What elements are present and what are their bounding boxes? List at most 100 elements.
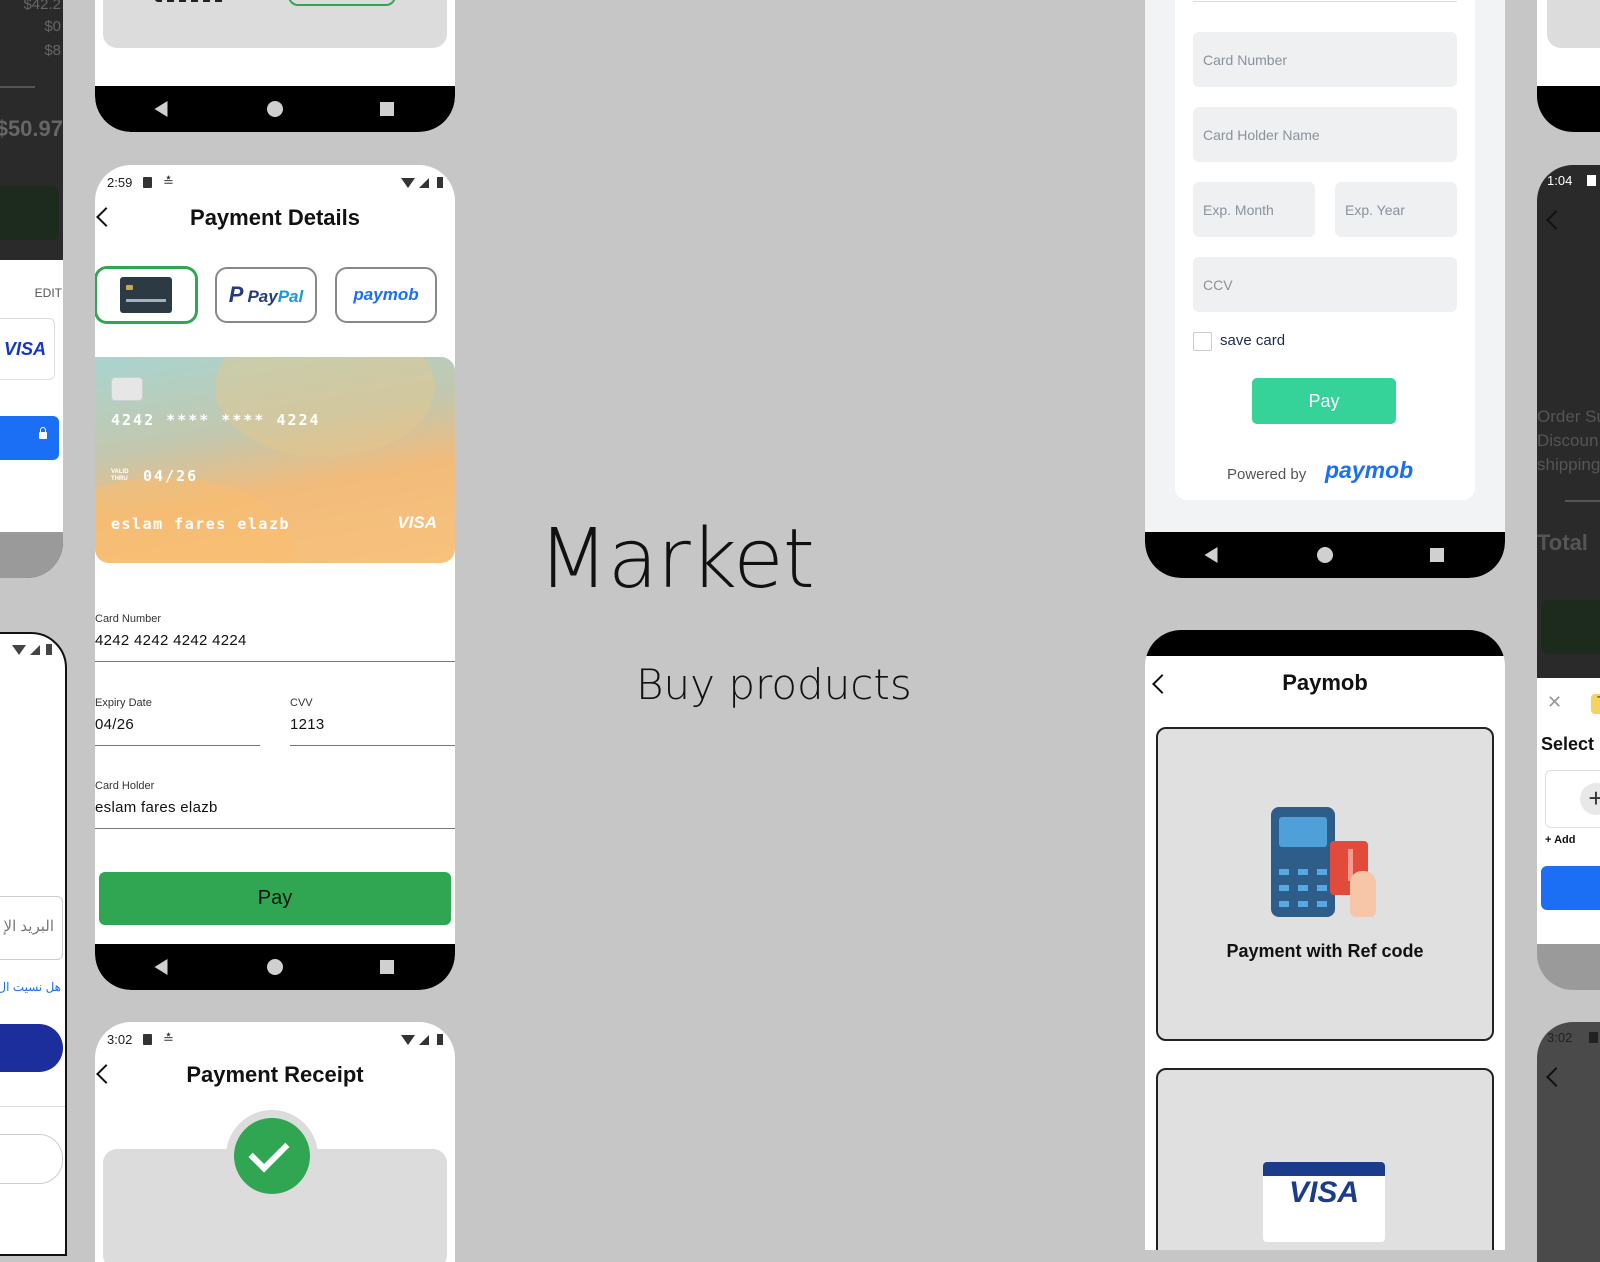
exp-year-input[interactable]: Exp. Year	[1335, 182, 1457, 237]
status-bar: 3:02 ≛	[107, 1031, 443, 1048]
back-icon[interactable]	[1546, 1067, 1566, 1087]
card-holder-underline	[95, 828, 455, 829]
total-label: Total	[1537, 530, 1588, 555]
add-label[interactable]: + Add	[1545, 834, 1575, 846]
card-number-lines	[126, 299, 166, 302]
ref-code-label: Payment with Ref code	[1226, 941, 1424, 961]
nav-home-icon[interactable]	[267, 101, 283, 117]
checkmark	[248, 1131, 290, 1173]
wifi-icon	[401, 178, 415, 188]
right-cart-phone: 1:04 Order Su Discoun shipping Total ✕ T…	[1537, 165, 1600, 990]
plus-icon: +	[1580, 783, 1600, 815]
nav-bar	[1537, 86, 1600, 132]
nav-back-icon[interactable]	[154, 959, 168, 975]
paymob-options-phone: Paymob Payment with Ref code VISA	[1145, 630, 1505, 1250]
checkout-button[interactable]	[1541, 600, 1600, 654]
paypal-label-pal: Pal	[277, 287, 304, 306]
secure-pay-button[interactable]	[0, 416, 59, 460]
top-phone-partial	[95, 0, 455, 132]
status-bar: 2:59 ≛	[107, 174, 443, 191]
back-icon[interactable]	[1546, 210, 1566, 230]
pay-button[interactable]: Pay	[99, 872, 451, 925]
signal-icon	[30, 645, 40, 655]
paypal-label-pay: Pay	[247, 287, 278, 306]
page-title: Payment Receipt	[186, 1062, 364, 1087]
card-holder-field[interactable]: eslam fares elazb	[95, 799, 218, 816]
nav-bar	[1537, 944, 1600, 990]
secondary-button[interactable]	[0, 1134, 63, 1184]
forgot-password-link[interactable]: هل نسيت ال	[0, 980, 61, 994]
nav-recents-icon[interactable]	[1430, 548, 1444, 562]
email-input[interactable]: البريد الإ	[0, 896, 63, 960]
cart-total: $50.97	[0, 116, 63, 141]
pos-terminal-icon	[1271, 807, 1335, 917]
ccv-placeholder: CCV	[1203, 276, 1233, 293]
cvv-label: CVV	[290, 697, 313, 709]
expiry-label: Expiry Date	[95, 697, 152, 709]
card-preview: 4242 **** **** 4224 VALID THRU 04/26 esla…	[95, 357, 455, 563]
payment-sheet: EDIT VISA	[0, 260, 63, 532]
login-button[interactable]	[0, 1024, 63, 1072]
divider	[0, 1106, 65, 1107]
powered-by-label: Powered by	[1227, 466, 1307, 483]
top-card	[1547, 0, 1600, 48]
nav-home-icon[interactable]	[1317, 547, 1333, 563]
expiry-field[interactable]: 04/26	[95, 716, 134, 733]
outline-button[interactable]	[288, 0, 396, 6]
nav-recents-icon[interactable]	[380, 960, 394, 974]
sd-card-icon	[1589, 1032, 1598, 1043]
right-top-partial	[1537, 0, 1600, 132]
paymob-method-tile[interactable]: paymob	[335, 267, 437, 323]
save-card-checkbox[interactable]	[1193, 332, 1212, 351]
close-icon[interactable]: ✕	[1547, 692, 1562, 713]
wifi-icon	[12, 645, 26, 655]
paypal-logo: P PayPal	[229, 282, 303, 308]
price-line: $42.2	[23, 0, 61, 13]
left-login-phone: البريد الإ هل نسيت ال	[0, 632, 67, 1256]
hand-icon	[1350, 871, 1376, 917]
left-cart-phone: $42.2 $0 $8 $50.97 EDIT VISA	[0, 0, 63, 578]
cvv-field[interactable]: 1213	[290, 716, 325, 733]
card-number-placeholder: Card Number	[1203, 51, 1288, 68]
card-number-input[interactable]: Card Number	[1193, 32, 1457, 87]
visa-card-tile[interactable]: VISA	[0, 318, 55, 380]
valid-label-top: VALID	[111, 469, 129, 475]
cvv-underline	[290, 745, 455, 746]
edit-link[interactable]: EDIT	[35, 286, 62, 300]
nav-back-icon[interactable]	[1204, 547, 1218, 563]
visa-logo: VISA	[3, 339, 46, 359]
ccv-input[interactable]: CCV	[1193, 257, 1457, 312]
email-placeholder: البريد الإ	[3, 918, 54, 935]
nav-home-icon[interactable]	[267, 959, 283, 975]
nav-bar	[95, 86, 455, 132]
nav-bar	[95, 944, 455, 990]
card-holder-input[interactable]: Card Holder Name	[1193, 107, 1457, 162]
save-card-label: save card	[1220, 332, 1286, 349]
sync-icon: ≛	[163, 1031, 174, 1046]
confirm-button[interactable]	[1541, 866, 1600, 910]
status-time: 3:02	[1547, 1030, 1573, 1045]
card-method-tile[interactable]	[95, 267, 197, 323]
checkout-button[interactable]	[0, 186, 59, 240]
visa-option[interactable]: VISA	[1156, 1068, 1494, 1250]
nav-recents-icon[interactable]	[380, 102, 394, 116]
card-number-field[interactable]: 4242 4242 4242 4224	[95, 632, 247, 649]
exp-month-input[interactable]: Exp. Month	[1193, 182, 1315, 237]
ref-code-option[interactable]: Payment with Ref code	[1156, 727, 1494, 1041]
right-bottom-partial: 3:02	[1537, 1022, 1600, 1262]
summary-line: Order Su	[1537, 407, 1600, 426]
battery-icon	[437, 1034, 443, 1045]
summary-line: shipping	[1537, 455, 1600, 474]
add-card-tile[interactable]: +	[1545, 770, 1600, 828]
card-preview-holder: eslam fares elazb	[111, 515, 291, 533]
summary-line: Discoun	[1537, 431, 1599, 450]
card-holder-label: Card Holder	[95, 780, 155, 792]
signal-icon	[419, 178, 429, 188]
hero-subtitle: Buy products	[636, 660, 912, 709]
paypal-method-tile[interactable]: P PayPal	[215, 267, 317, 323]
nav-back-icon[interactable]	[154, 101, 168, 117]
exp-month-placeholder: Exp. Month	[1203, 201, 1274, 218]
paymob-pay-button[interactable]: Pay	[1252, 378, 1396, 424]
paymob-brand-logo: paymob	[1325, 457, 1414, 483]
card-preview-expiry: 04/26	[143, 467, 199, 485]
